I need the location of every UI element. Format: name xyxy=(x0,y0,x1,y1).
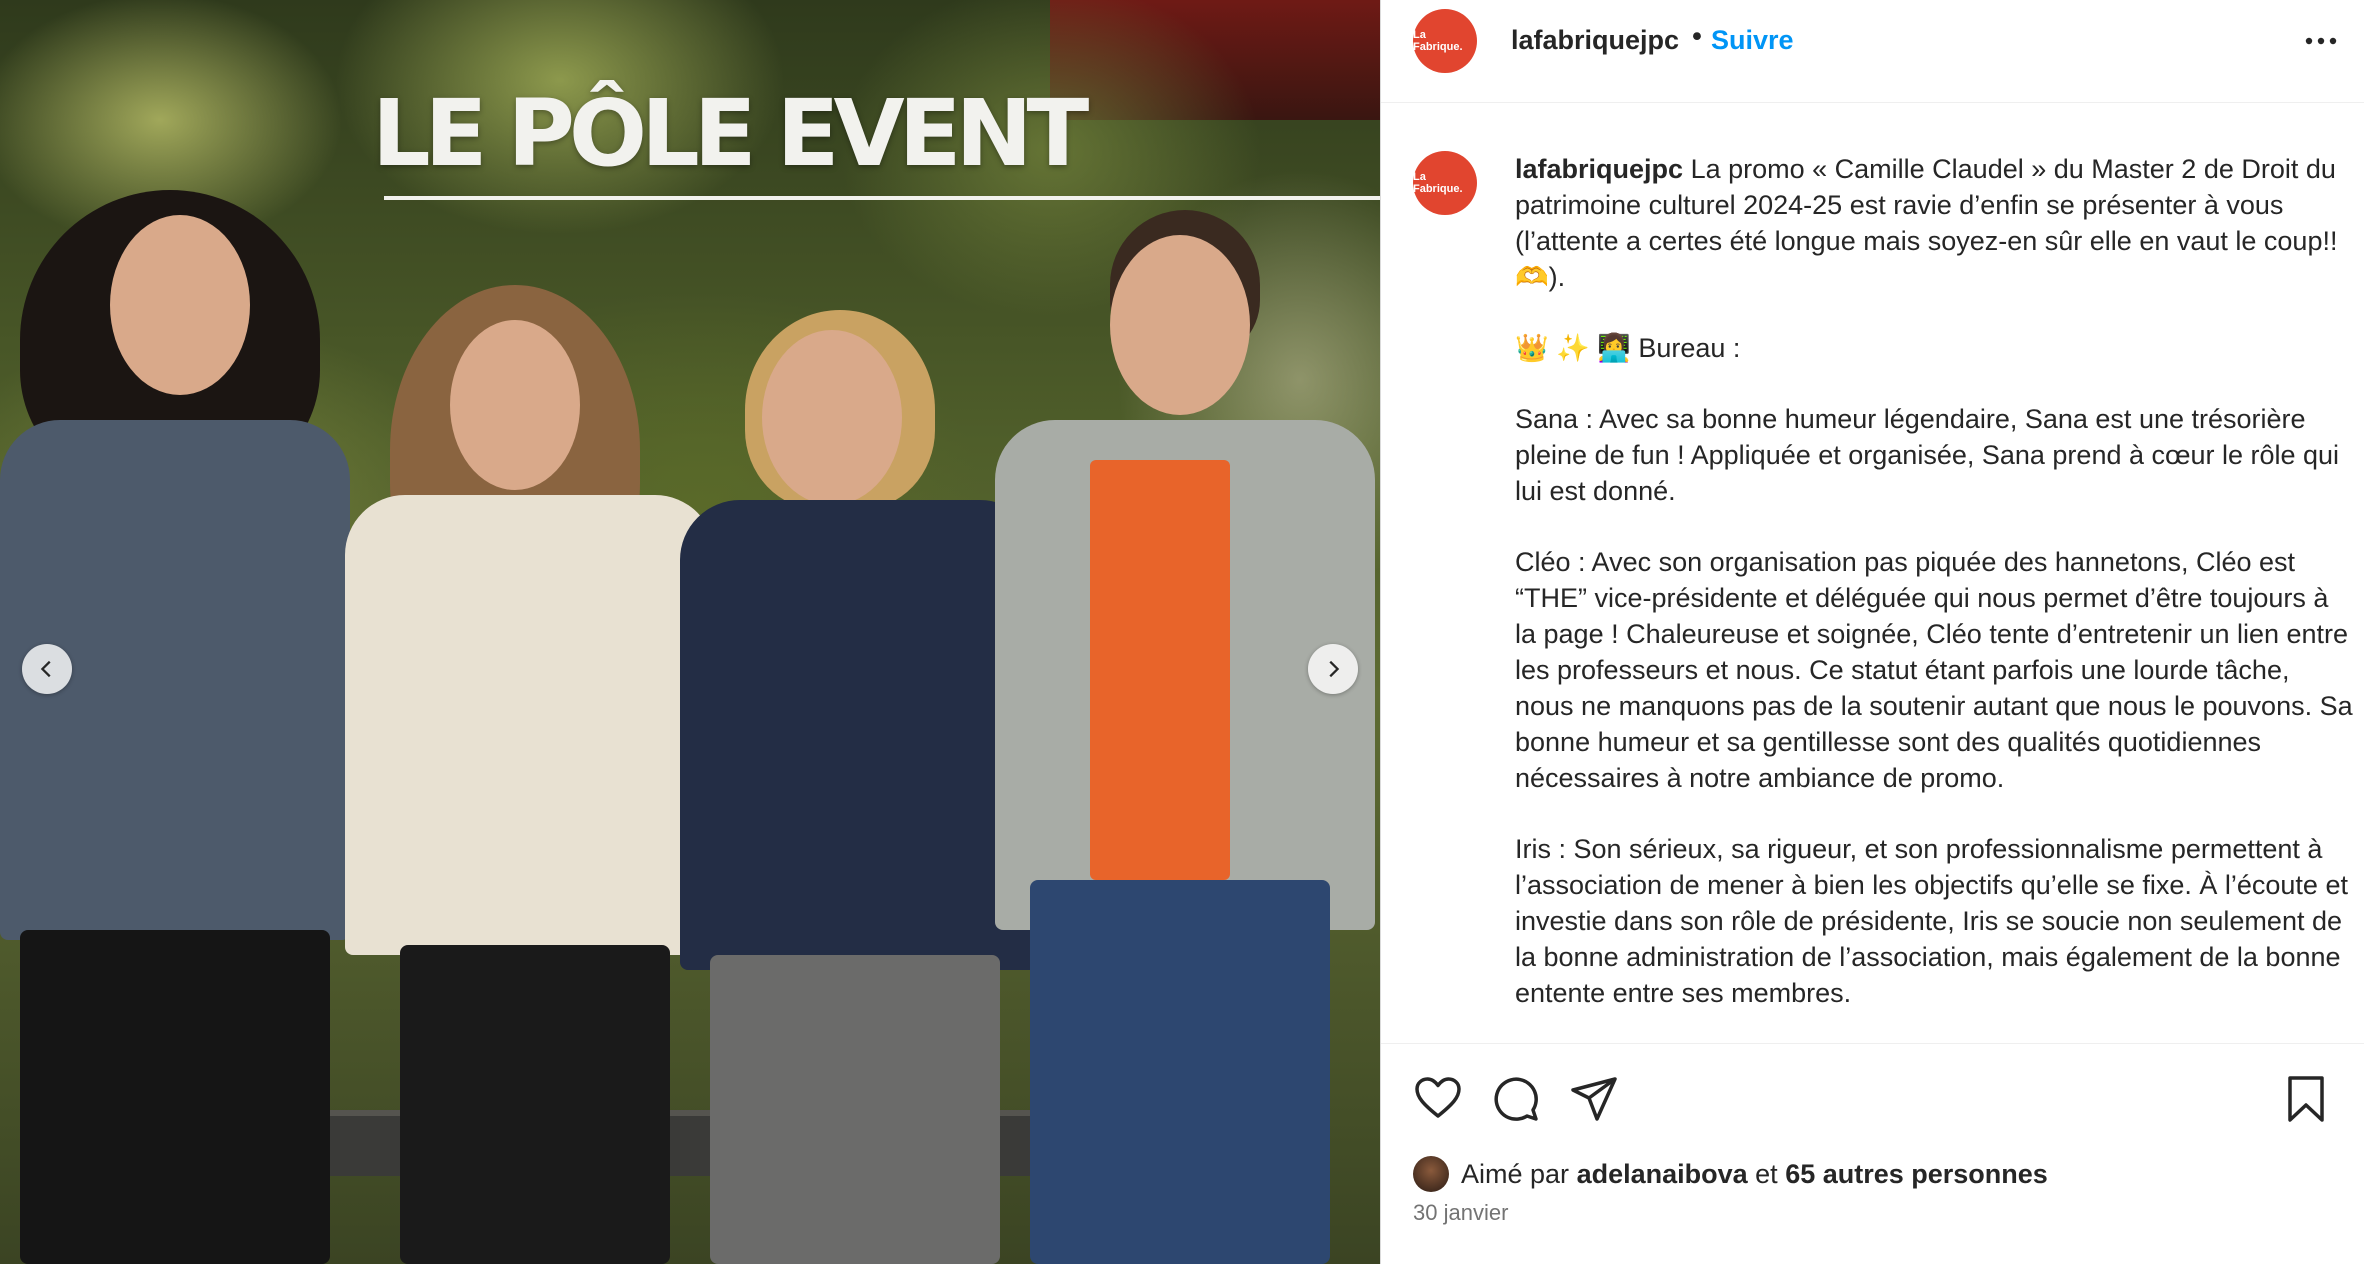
chevron-right-icon xyxy=(1329,660,1340,678)
caption-paragraph: Iris : Son sérieux, sa rigueur, et son p… xyxy=(1515,834,2348,1008)
caption-paragraph: Cléo : Avec son organisation pas piquée … xyxy=(1515,547,2353,793)
carousel-prev-button[interactable] xyxy=(22,644,72,694)
caption-paragraph: Sana : Avec sa bonne humeur légendaire, … xyxy=(1515,404,2340,506)
image-overlay-title: LE PÔLE EVENT xyxy=(372,80,1089,187)
more-horizontal-icon[interactable] xyxy=(2301,26,2341,56)
caption-text: lafabriquejpc La promo « Camille Claudel… xyxy=(1515,151,2353,1043)
carousel-next-button[interactable] xyxy=(1308,644,1358,694)
likes-conjunction: et xyxy=(1755,1158,1778,1189)
likes-summary: Aimé par adelanaibova et 65 autres perso… xyxy=(1413,1154,2048,1194)
avatar-logo-text: La Fabrique. xyxy=(1413,171,1463,195)
share-icon[interactable] xyxy=(1569,1074,1619,1124)
caption-avatar[interactable]: La Fabrique. xyxy=(1413,151,1477,215)
caption-paragraph: lafabriquejpc La promo « Camille Claudel… xyxy=(1515,151,2353,295)
post-header: La Fabrique. lafabriquejpc • Suivre xyxy=(1381,0,2364,103)
comment-icon[interactable] xyxy=(1491,1074,1541,1124)
heart-icon[interactable] xyxy=(1413,1074,1463,1124)
bookmark-icon[interactable] xyxy=(2281,1074,2331,1124)
image-overlay-underline xyxy=(384,196,1380,200)
header-separator: • xyxy=(1689,22,1705,53)
caption-username-link[interactable]: lafabriquejpc xyxy=(1515,154,1683,184)
profile-avatar[interactable]: La Fabrique. xyxy=(1413,9,1477,73)
likes-prefix: Aimé par xyxy=(1461,1158,1570,1189)
chevron-left-icon xyxy=(40,660,51,678)
likes-others-link[interactable]: 65 autres personnes xyxy=(1785,1159,2048,1190)
post-caption: La Fabrique. lafabriquejpc La promo « Ca… xyxy=(1381,103,2364,1043)
liker-avatar[interactable] xyxy=(1413,1156,1449,1192)
follow-button[interactable]: Suivre xyxy=(1711,25,1794,56)
post-side-panel: La Fabrique. lafabriquejpc • Suivre La F… xyxy=(1380,0,2364,1264)
post-actions: Aimé par adelanaibova et 65 autres perso… xyxy=(1381,1043,2364,1265)
header-username-link[interactable]: lafabriquejpc xyxy=(1511,25,1679,56)
post-image[interactable]: LE PÔLE EVENT xyxy=(0,0,1380,1264)
liker-username-link[interactable]: adelanaibova xyxy=(1577,1159,1748,1190)
avatar-logo-text: La Fabrique. xyxy=(1413,29,1463,53)
caption-paragraph: 👑 ✨ 👩‍💻 Bureau : xyxy=(1515,333,1741,363)
post-date: 30 janvier xyxy=(1413,1200,1509,1225)
